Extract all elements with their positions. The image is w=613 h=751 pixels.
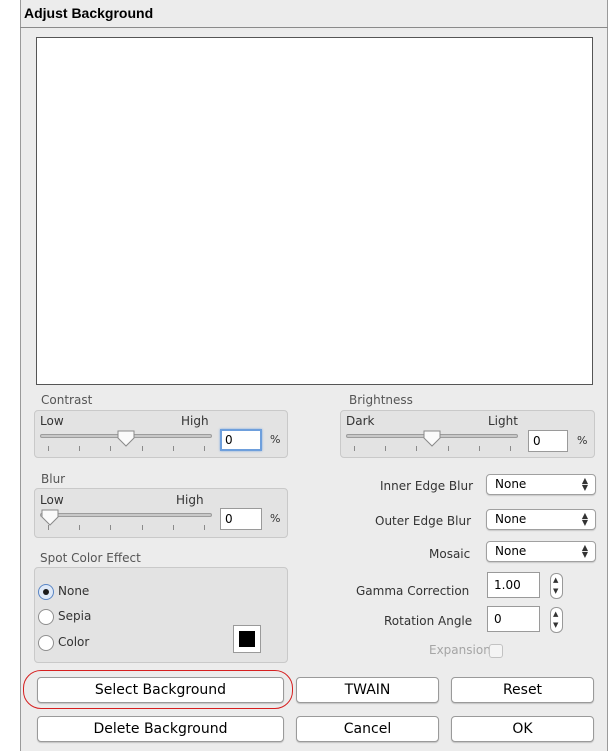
cancel-button[interactable]: Cancel <box>296 716 439 742</box>
step-up-icon: ▲ <box>553 576 559 584</box>
brightness-label: Brightness <box>349 393 413 407</box>
blur-low-label: Low <box>40 493 64 507</box>
color-swatch-button[interactable] <box>233 625 261 653</box>
radio-sepia[interactable] <box>38 609 54 625</box>
radio-color-label: Color <box>58 635 90 649</box>
contrast-slider[interactable] <box>40 430 212 454</box>
gamma-correction-label: Gamma Correction <box>356 584 470 598</box>
outer-edge-blur-select[interactable]: None ▲ ▼ <box>486 509 596 530</box>
step-down-icon: ▼ <box>553 587 559 595</box>
expansion-label: Expansion <box>429 643 491 657</box>
radio-color[interactable] <box>38 635 54 651</box>
slider-tick <box>173 525 174 530</box>
slider-tick <box>448 446 449 451</box>
slider-tick <box>173 446 174 451</box>
slider-tick <box>110 446 111 451</box>
updown-arrows-icon: ▲ ▼ <box>581 476 588 492</box>
contrast-unit: % <box>270 433 281 446</box>
step-up-icon: ▲ <box>553 610 559 618</box>
step-down-icon: ▼ <box>553 621 559 629</box>
contrast-label: Contrast <box>41 393 93 407</box>
contrast-high-label: High <box>181 414 209 428</box>
slider-tick <box>79 446 80 451</box>
blur-high-label: High <box>176 493 204 507</box>
slider-thumb[interactable] <box>40 509 60 527</box>
dialog-title: Adjust Background <box>24 5 154 21</box>
expansion-checkbox[interactable] <box>489 644 503 658</box>
inner-edge-blur-label: Inner Edge Blur <box>380 479 473 493</box>
slider-tick <box>48 446 49 451</box>
radio-none-label: None <box>58 584 90 598</box>
brightness-slider[interactable] <box>346 430 518 454</box>
mosaic-label: Mosaic <box>429 547 471 561</box>
contrast-low-label: Low <box>40 414 64 428</box>
slider-thumb[interactable] <box>116 430 136 448</box>
slider-tick <box>142 446 143 451</box>
outer-edge-blur-value: None <box>495 512 527 526</box>
slider-tick <box>510 446 511 451</box>
outer-edge-blur-label: Outer Edge Blur <box>375 514 472 528</box>
rotation-stepper[interactable]: ▲ ▼ <box>550 607 563 633</box>
updown-arrows-icon: ▲ ▼ <box>581 511 588 527</box>
twain-button[interactable]: TWAIN <box>296 677 439 703</box>
updown-arrows-icon: ▲ ▼ <box>581 543 588 559</box>
slider-thumb[interactable] <box>422 430 442 448</box>
reset-button[interactable]: Reset <box>451 677 594 703</box>
brightness-unit: % <box>577 434 588 447</box>
slider-tick <box>79 525 80 530</box>
slider-tick <box>142 525 143 530</box>
inner-edge-blur-value: None <box>495 477 527 491</box>
select-background-highlight <box>23 670 293 709</box>
brightness-low-label: Dark <box>346 414 375 428</box>
background-preview <box>36 37 593 385</box>
delete-background-button[interactable]: Delete Background <box>37 716 284 742</box>
mosaic-value: None <box>495 544 527 558</box>
mosaic-select[interactable]: None ▲ ▼ <box>486 541 596 562</box>
slider-tick <box>385 446 386 451</box>
slider-tick <box>204 525 205 530</box>
slider-track <box>40 513 212 517</box>
slider-tick <box>416 446 417 451</box>
spot-color-effect-label: Spot Color Effect <box>40 551 141 565</box>
brightness-high-label: Light <box>488 414 518 428</box>
title-divider <box>20 27 608 28</box>
slider-tick <box>479 446 480 451</box>
gamma-correction-input[interactable] <box>487 572 540 598</box>
ok-button[interactable]: OK <box>451 716 594 742</box>
radio-sepia-label: Sepia <box>58 609 92 623</box>
contrast-input[interactable] <box>220 429 262 451</box>
blur-input[interactable] <box>220 508 262 530</box>
slider-tick <box>204 446 205 451</box>
rotation-angle-label: Rotation Angle <box>384 614 473 628</box>
slider-tick <box>354 446 355 451</box>
blur-label: Blur <box>41 472 66 486</box>
slider-tick <box>110 525 111 530</box>
color-swatch-fill <box>239 631 255 647</box>
radio-none[interactable] <box>38 584 54 600</box>
blur-unit: % <box>270 512 281 525</box>
inner-edge-blur-select[interactable]: None ▲ ▼ <box>486 474 596 495</box>
rotation-angle-input[interactable] <box>487 606 540 632</box>
gamma-stepper[interactable]: ▲ ▼ <box>550 573 563 599</box>
brightness-input[interactable] <box>528 430 568 452</box>
blur-slider[interactable] <box>40 509 212 533</box>
